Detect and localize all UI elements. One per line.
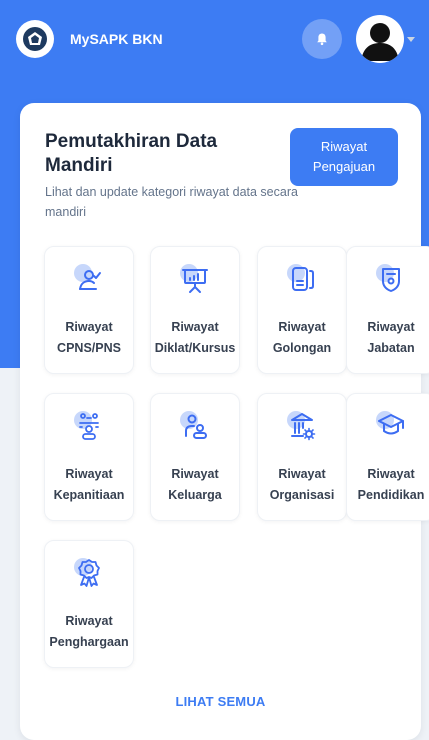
tile-riwayat-jabatan[interactable]: Riwayat Jabatan <box>346 246 429 374</box>
badge-shield-icon <box>371 259 411 299</box>
notification-button[interactable] <box>302 19 342 59</box>
tile-riwayat-diklat-kursus[interactable]: Riwayat Diklat/Kursus <box>150 246 240 374</box>
tile-riwayat-pendidikan[interactable]: Riwayat Pendidikan <box>346 393 429 521</box>
tile-label-line1: Riwayat <box>367 467 415 481</box>
tile-riwayat-keluarga[interactable]: Riwayat Keluarga <box>150 393 240 521</box>
tile-label-line1: Riwayat <box>65 320 113 334</box>
tile-label-line2: Jabatan <box>367 341 415 355</box>
tile-riwayat-cpns-pns[interactable]: Riwayat CPNS/PNS <box>44 246 134 374</box>
tile-label-line2: Keluarga <box>168 488 222 502</box>
bkn-logo-icon[interactable] <box>16 20 54 58</box>
tile-label-line2: Golongan <box>272 341 332 355</box>
card-subtitle: Lihat dan update kategori riwayat data s… <box>45 185 298 219</box>
bell-icon <box>317 33 327 46</box>
tile-label-line1: Riwayat <box>171 320 219 334</box>
tile-label-line2: Penghargaan <box>49 635 129 649</box>
tile-label-line2: Organisasi <box>269 488 335 502</box>
family-icon <box>175 406 215 446</box>
team-meeting-icon <box>69 406 109 446</box>
tile-label-line2: CPNS/PNS <box>57 341 121 355</box>
tile-label-line2: Diklat/Kursus <box>154 341 236 355</box>
tile-riwayat-kepanitiaan[interactable]: Riwayat Kepanitiaan <box>44 393 134 521</box>
id-card-icon <box>282 259 322 299</box>
building-gear-icon <box>282 406 322 446</box>
award-medal-icon <box>69 553 109 593</box>
user-avatar-icon[interactable] <box>356 15 404 63</box>
tile-label-line1: Riwayat <box>367 320 415 334</box>
tile-label-line1: Riwayat <box>278 467 326 481</box>
graduation-cap-icon <box>371 406 411 446</box>
presentation-board-icon <box>175 259 215 299</box>
tile-riwayat-golongan[interactable]: Riwayat Golongan <box>257 246 347 374</box>
riwayat-pengajuan-button[interactable]: Riwayat Pengajuan <box>290 128 398 186</box>
tile-riwayat-organisasi[interactable]: Riwayat Organisasi <box>257 393 347 521</box>
tile-label-line1: Riwayat <box>278 320 326 334</box>
card-title: Pemutakhiran Data Mandiri <box>45 131 218 176</box>
user-check-icon <box>69 259 109 299</box>
data-update-card: Pemutakhiran Data Mandiri Lihat dan upda… <box>20 103 429 740</box>
tile-label-line2: Pendidikan <box>357 488 425 502</box>
see-all-link[interactable]: LIHAT SEMUA <box>20 694 421 709</box>
top-app-bar: MySAPK BKN <box>0 0 429 78</box>
tile-label-line2: Kepanitiaan <box>53 488 125 502</box>
tile-label-line1: Riwayat <box>65 614 113 628</box>
chevron-down-icon <box>407 36 415 42</box>
tile-label-line1: Riwayat <box>171 467 219 481</box>
tile-label-line1: Riwayat <box>65 467 113 481</box>
app-title: MySAPK BKN <box>70 31 163 47</box>
profile-menu[interactable] <box>356 15 415 63</box>
tile-riwayat-penghargaan[interactable]: Riwayat Penghargaan <box>44 540 134 668</box>
